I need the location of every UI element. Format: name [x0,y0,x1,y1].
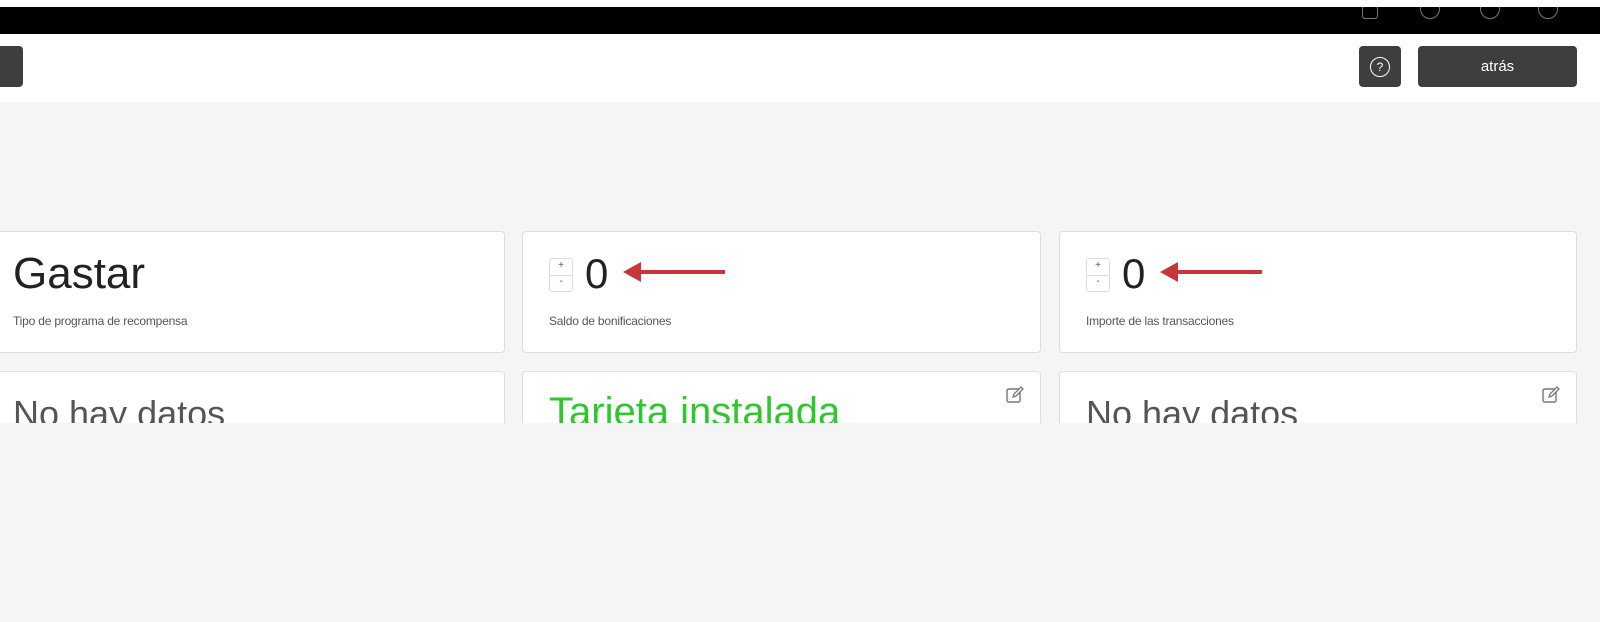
left-action-button[interactable] [0,46,23,87]
card-value: Gastar [13,249,146,298]
quantity-stepper[interactable]: + - [1086,258,1110,292]
circle-icon[interactable] [1420,7,1440,19]
quantity-stepper[interactable]: + - [549,258,573,292]
toolbar: ? atrás [0,34,1600,102]
card-no-data: No hay datos [0,371,505,423]
card-label: Saldo de bonificaciones [549,314,672,328]
top-strip [0,0,1600,7]
card-value: Tarjeta instalada [549,390,841,423]
edit-icon[interactable] [1006,386,1024,404]
stepper-minus[interactable]: - [1087,275,1109,292]
arrow-left-annotation [1160,262,1262,282]
circle-icon[interactable] [1480,7,1500,19]
edit-icon[interactable] [1542,386,1560,404]
stepper-minus[interactable]: - [550,275,572,292]
top-nav-bar [0,7,1600,34]
circle-icon[interactable] [1538,7,1558,19]
back-button[interactable]: atrás [1418,46,1577,87]
cards-area: Gastar Tipo de programa de recompensa + … [0,102,1600,423]
arrow-left-annotation [623,262,725,282]
card-value: No hay datos [1086,393,1299,423]
card-no-data: No hay datos [1059,371,1577,423]
stepper-plus[interactable]: + [550,260,572,271]
bell-icon[interactable] [1362,7,1378,19]
card-value: 0 [585,250,609,297]
card-label: Tipo de programa de recompensa [13,314,188,328]
card-transaction-amount: + - 0 Importe de las transacciones [1059,231,1577,353]
card-bonus-balance: + - 0 Saldo de bonificaciones [522,231,1041,353]
card-card-installed: Tarjeta instalada [522,371,1041,423]
card-value: No hay datos [13,393,226,423]
help-icon: ? [1370,56,1390,77]
stepper-plus[interactable]: + [1087,260,1109,271]
card-value: 0 [1122,250,1146,297]
card-label: Importe de las transacciones [1086,314,1234,328]
help-button[interactable]: ? [1359,46,1401,87]
card-reward-program-type: Gastar Tipo de programa de recompensa [0,231,505,353]
